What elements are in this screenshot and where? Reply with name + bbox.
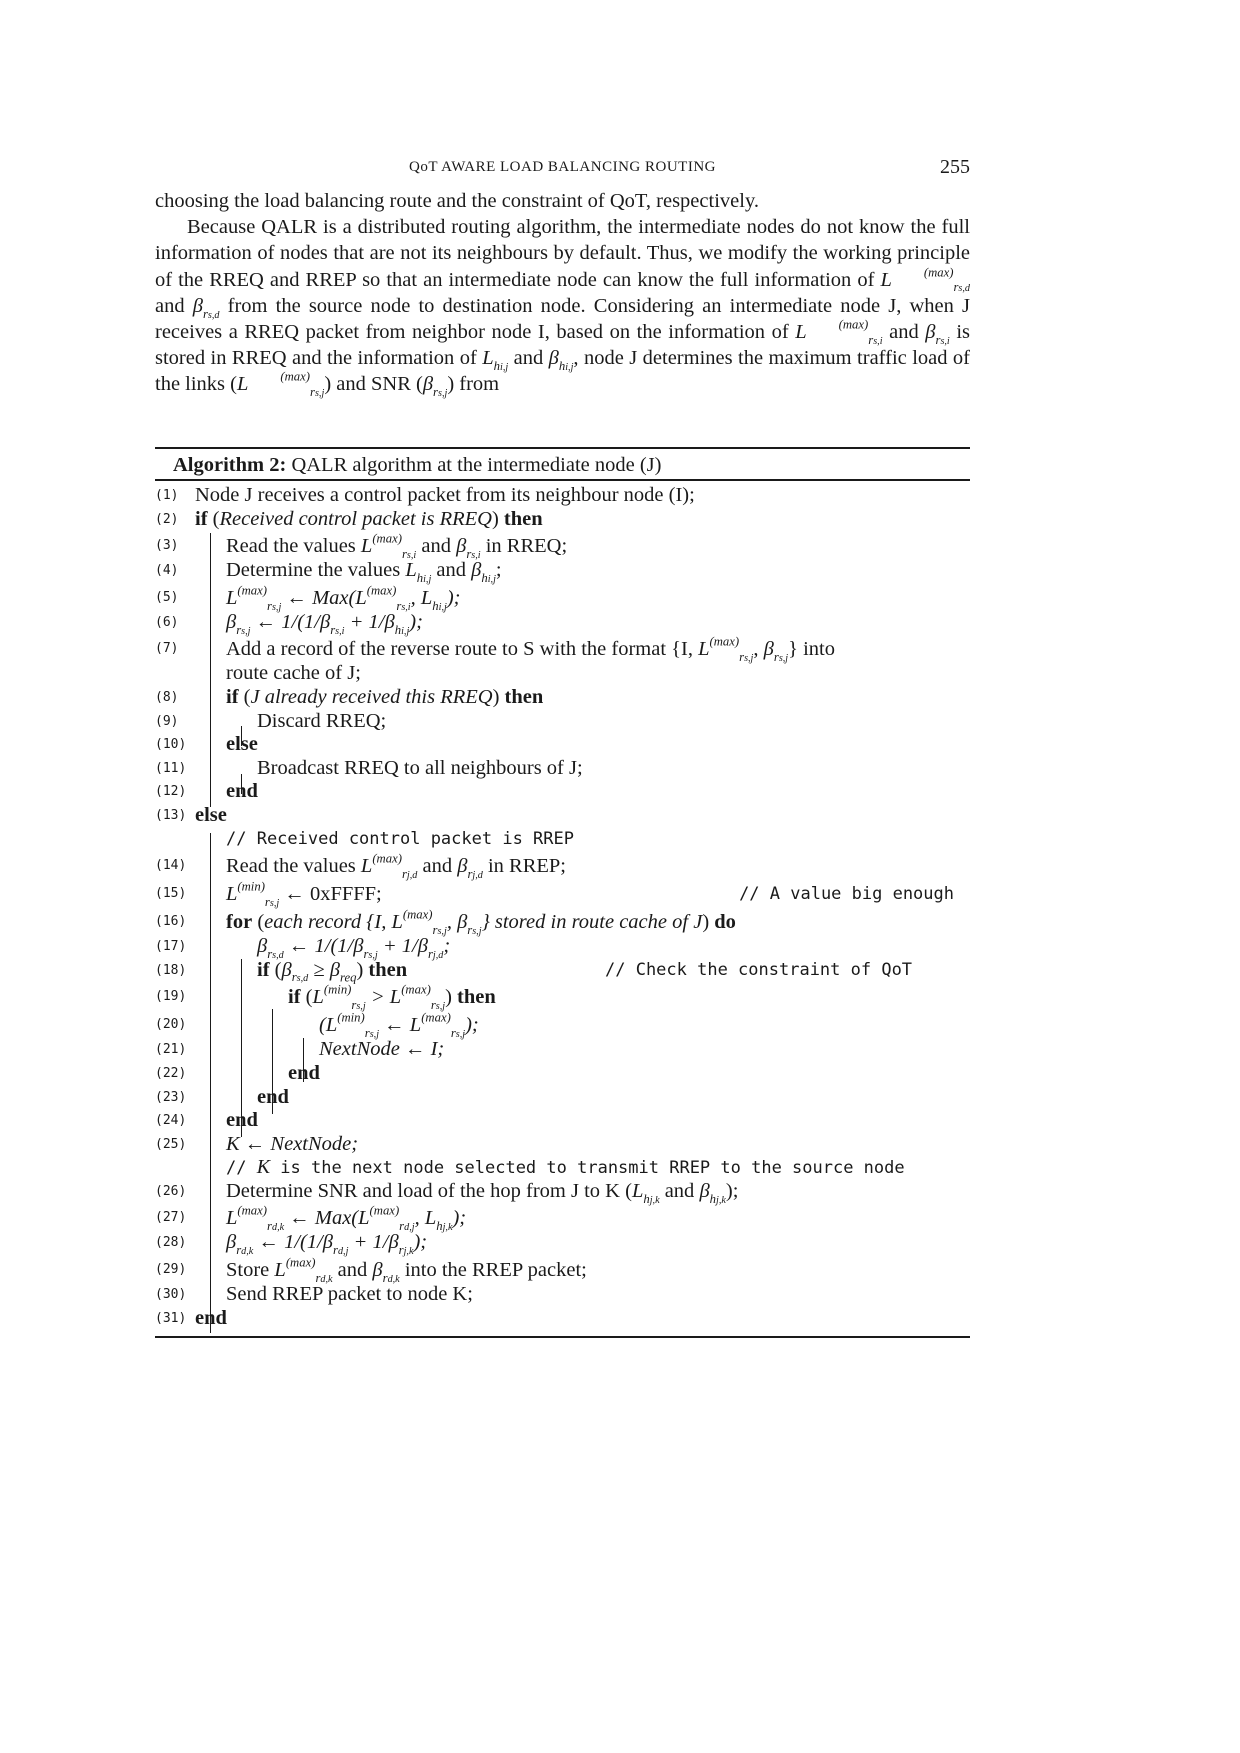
algo-line-9: (9) Discard RREQ;: [155, 709, 387, 732]
running-title: QoT AWARE LOAD BALANCING ROUTING: [408, 159, 716, 175]
math-L-hij: Lhi,j: [482, 347, 509, 373]
algo-comment-rrep: // Received control packet is RREP: [226, 828, 574, 849]
math-L-max-rsj: L (max)rs,j: [237, 369, 325, 400]
math-beta-rsj: βrs,j: [422, 373, 448, 400]
math-beta-rsi: βrs,i: [925, 321, 950, 347]
algo-line-19: (19) if (L(min)rs,j > L(max)rs,j) then: [155, 982, 496, 1013]
algo-line-30: (30) Send RREP packet to node K;: [155, 1283, 473, 1306]
algo-line-7: (7) Add a record of the reverse route to …: [155, 634, 835, 665]
algo-line-26: (26) Determine SNR and load of the hop fr…: [155, 1179, 739, 1206]
paragraph-1: choosing the load balancing route and th…: [155, 190, 759, 212]
math-L-max-rsi: L (max)rs,i: [795, 317, 883, 347]
algo-line-15: (15) L(min)rs,j ← 0xFFFF;// A value big e…: [155, 879, 954, 909]
algorithm-caption: Algorithm 2: QALR algorithm at the inter…: [155, 449, 970, 479]
algo-line-21: (21) NextNode ← I;: [155, 1038, 445, 1061]
algo-line-20: (20) (L(min)rs,j ← L(max)rs,j);: [155, 1010, 479, 1041]
paper-page: QoT AWARE LOAD BALANCING ROUTING 255 cho…: [0, 0, 1240, 1753]
algo-line-6: (6) βrs,j ← 1/(1/βrs,i + 1/βhi,j);: [155, 610, 423, 637]
paragraph-2: Because QALR is a distributed routing al…: [155, 216, 970, 400]
algo-line-17: (17) βrs,d ← 1/(1/βrs,j + 1/βrj,d;: [155, 935, 451, 961]
algo-line-10: (10) else: [155, 733, 258, 756]
algo-comment-next-node: // K is the next node selected to transm…: [226, 1156, 905, 1179]
algo-line-16: (16) for (each record {I, L(max)rs,j, βrs…: [155, 907, 736, 937]
algo-line-3: (3) Read the values L(max)rs,i and βrs,i …: [155, 531, 568, 561]
algo-line-11: (11) Broadcast RREQ to all neighbours of …: [155, 756, 583, 779]
math-beta-hij: βhi,j: [548, 347, 574, 373]
algo-line-25: (25) K ← NextNode;: [155, 1132, 359, 1155]
algo-line-18: (18) if (βrs,d ≥ βreq) then// Check the c…: [155, 958, 913, 985]
math-beta-rsd: βrs,d: [192, 294, 220, 321]
algorithm-bottom-rule: [155, 1336, 970, 1339]
math-L-max-rsd: L (max)rs,d: [880, 265, 970, 295]
algo-line-5: (5) L(max)rs,j ← Max(L(max)rs,i, Lhi,j);: [155, 583, 461, 613]
algorithm-block: Algorithm 2: QALR algorithm at the inter…: [155, 447, 970, 1339]
algorithm-label: Algorithm 2:: [173, 454, 287, 476]
algorithm-body: (1) Node J receives a control packet from…: [155, 481, 970, 1333]
algo-line-23: (23) end: [155, 1085, 289, 1108]
algo-line-7-cont: route cache of J;: [226, 662, 361, 685]
algo-line-28: (28) βrd,k ← 1/(1/βrd,j + 1/βrj,k);: [155, 1231, 428, 1258]
algo-line-14: (14) Read the values L(max)rj,d and βrj,d…: [155, 851, 567, 881]
algo-line-8: (8) if (J already received this RREQ) the…: [155, 685, 544, 708]
algo-line-22: (22) end: [155, 1061, 320, 1084]
algo-line-24: (24) end: [155, 1109, 258, 1132]
body-text: choosing the load balancing route and th…: [155, 188, 970, 400]
algo-line-27: (27) L(max)rd,k ← Max(L(max)rd,j, Lhj,k);: [155, 1203, 467, 1234]
algo-line-12: (12) end: [155, 780, 258, 803]
algo-line-2: (2) if (Received control packet is RREQ) …: [155, 507, 543, 530]
algo-line-4: (4) Determine the values Lhi,j and βhi,j;: [155, 559, 502, 585]
running-header: QoT AWARE LOAD BALANCING ROUTING 255: [155, 156, 970, 180]
algo-line-29: (29) Store L(max)rd,k and βrd,k into the …: [155, 1255, 587, 1285]
algorithm-title: QALR algorithm at the intermediate node …: [291, 454, 662, 476]
algo-line-13: (13) else: [155, 803, 227, 826]
page-number: 255: [940, 156, 970, 178]
algo-line-1: (1) Node J receives a control packet from…: [155, 484, 695, 506]
algo-line-31: (31) end: [155, 1306, 227, 1329]
